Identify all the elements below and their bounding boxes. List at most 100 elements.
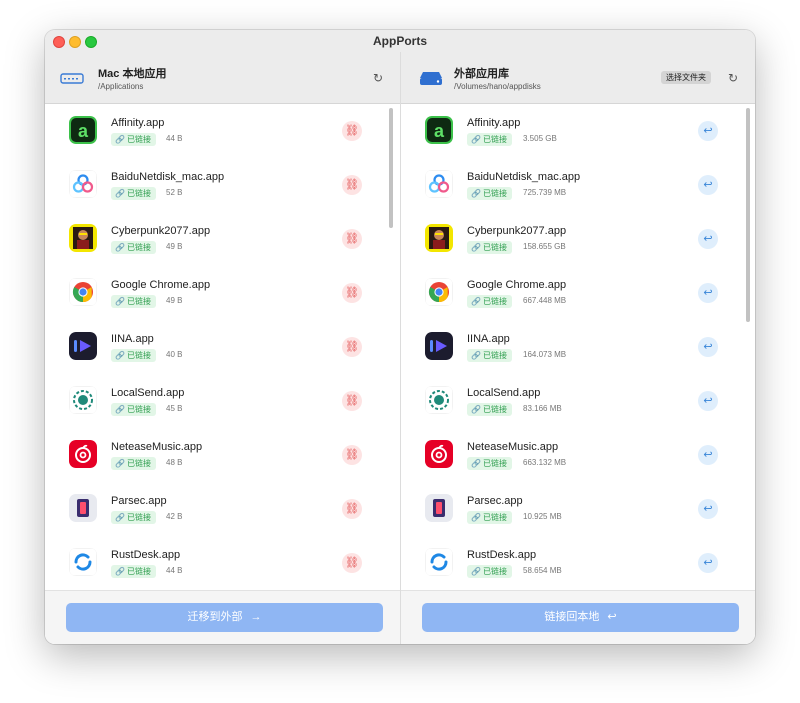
link-back-to-local-button[interactable]: 链接回本地 ↩: [422, 603, 739, 632]
status-label: 已链接: [126, 189, 151, 198]
link-back-button[interactable]: ↩: [698, 121, 718, 141]
link-icon: 🔗: [115, 297, 125, 306]
app-name: BaiduNetdisk_mac.app: [467, 171, 581, 183]
parsec-app-icon: [425, 494, 453, 522]
migrate-to-external-button[interactable]: 迁移到外部 →: [66, 603, 383, 632]
app-name: Affinity.app: [467, 117, 521, 129]
app-row[interactable]: NeteaseMusic.app 🔗 已链接 663.132 MB ↩: [401, 428, 755, 482]
status-label: 已链接: [126, 513, 151, 522]
external-library-path: /Volumes/hano/appdisks: [454, 82, 541, 91]
app-name: Parsec.app: [111, 495, 167, 507]
app-row[interactable]: Google Chrome.app 🔗 已链接 667.448 MB ↩: [401, 266, 755, 320]
unlink-button[interactable]: ⛓: [342, 121, 362, 141]
app-row[interactable]: a Affinity.app 🔗 已链接 44 B ⛓: [45, 104, 400, 158]
link-back-button[interactable]: ↩: [698, 391, 718, 411]
unlink-button[interactable]: ⛓: [342, 445, 362, 465]
app-name: IINA.app: [111, 333, 154, 345]
app-row[interactable]: BaiduNetdisk_mac.app 🔗 已链接 52 B ⛓: [45, 158, 400, 212]
cyberpunk-app-icon: [425, 224, 453, 252]
link-back-button[interactable]: ↩: [698, 499, 718, 519]
link-icon: 🔗: [115, 459, 125, 468]
local-apps-list[interactable]: a Affinity.app 🔗 已链接 44 B ⛓ BaiduNetdisk_mac.a…: [45, 104, 400, 590]
app-row[interactable]: IINA.app 🔗 已链接 40 B ⛓: [45, 320, 400, 374]
app-row[interactable]: Cyberpunk2077.app 🔗 已链接 49 B ⛓: [45, 212, 400, 266]
linked-status-badge: 🔗 已链接: [111, 457, 156, 470]
app-name: LocalSend.app: [111, 387, 185, 399]
app-row[interactable]: RustDesk.app 🔗 已链接 44 B ⛓: [45, 536, 400, 590]
status-label: 已链接: [126, 459, 151, 468]
linked-status-badge: 🔗 已链接: [467, 133, 512, 146]
scrollbar-thumb[interactable]: [389, 108, 393, 228]
link-back-button[interactable]: ↩: [698, 229, 718, 249]
linked-status-badge: 🔗 已链接: [111, 511, 156, 524]
app-row[interactable]: Google Chrome.app 🔗 已链接 49 B ⛓: [45, 266, 400, 320]
unlink-button[interactable]: ⛓: [342, 337, 362, 357]
minimize-window-button[interactable]: [69, 36, 81, 48]
app-row[interactable]: RustDesk.app 🔗 已链接 58.654 MB ↩: [401, 536, 755, 590]
external-apps-list[interactable]: a Affinity.app 🔗 已链接 3.505 GB ↩ BaiduNetdisk_m…: [401, 104, 755, 590]
app-name: Google Chrome.app: [467, 279, 567, 291]
app-size: 44 B: [166, 566, 183, 575]
app-size: 49 B: [166, 296, 183, 305]
link-back-button-label: 链接回本地: [544, 611, 600, 623]
status-label: 已链接: [482, 135, 507, 144]
scrollbar[interactable]: [745, 104, 751, 590]
link-back-button[interactable]: ↩: [698, 175, 718, 195]
app-row[interactable]: NeteaseMusic.app 🔗 已链接 48 B ⛓: [45, 428, 400, 482]
local-apps-path: /Applications: [98, 82, 144, 91]
svg-text:a: a: [434, 121, 445, 141]
app-row[interactable]: IINA.app 🔗 已链接 164.073 MB ↩: [401, 320, 755, 374]
link-icon: 🔗: [115, 567, 125, 576]
status-label: 已链接: [482, 189, 507, 198]
close-window-button[interactable]: [53, 36, 65, 48]
app-row[interactable]: Cyberpunk2077.app 🔗 已链接 158.655 GB ↩: [401, 212, 755, 266]
zoom-window-button[interactable]: [85, 36, 97, 48]
link-back-button[interactable]: ↩: [698, 553, 718, 573]
refresh-icon[interactable]: ↻: [727, 72, 739, 84]
linked-status-badge: 🔗 已链接: [111, 349, 156, 362]
linked-status-badge: 🔗 已链接: [467, 565, 512, 578]
affinity-app-icon: a: [425, 116, 453, 144]
unlink-button[interactable]: ⛓: [342, 391, 362, 411]
app-row[interactable]: Parsec.app 🔗 已链接 42 B ⛓: [45, 482, 400, 536]
linked-status-badge: 🔗 已链接: [467, 187, 512, 200]
link-back-button[interactable]: ↩: [698, 445, 718, 465]
scrollbar[interactable]: [388, 104, 394, 590]
app-size: 42 B: [166, 512, 183, 521]
status-label: 已链接: [482, 459, 507, 468]
app-row[interactable]: LocalSend.app 🔗 已链接 83.166 MB ↩: [401, 374, 755, 428]
return-arrow-icon: ↩: [607, 611, 617, 623]
app-size: 45 B: [166, 404, 183, 413]
app-size: 663.132 MB: [523, 458, 567, 467]
link-icon: 🔗: [471, 405, 481, 414]
app-row[interactable]: Parsec.app 🔗 已链接 10.925 MB ↩: [401, 482, 755, 536]
app-size: 44 B: [166, 134, 183, 143]
unlink-button[interactable]: ⛓: [342, 553, 362, 573]
local-apps-footer: 迁移到外部 →: [45, 590, 400, 644]
baidu-app-icon: [69, 170, 97, 198]
app-name: Google Chrome.app: [111, 279, 211, 291]
migrate-button-label: 迁移到外部: [187, 611, 243, 623]
link-icon: 🔗: [115, 405, 125, 414]
app-size: 725.739 MB: [523, 188, 567, 197]
unlink-button[interactable]: ⛓: [342, 229, 362, 249]
external-drive-icon: [420, 72, 442, 85]
status-label: 已链接: [126, 351, 151, 360]
app-row[interactable]: a Affinity.app 🔗 已链接 3.505 GB ↩: [401, 104, 755, 158]
link-back-button[interactable]: ↩: [698, 337, 718, 357]
unlink-button[interactable]: ⛓: [342, 499, 362, 519]
unlink-button[interactable]: ⛓: [342, 175, 362, 195]
scrollbar-thumb[interactable]: [746, 108, 750, 322]
app-row[interactable]: BaiduNetdisk_mac.app 🔗 已链接 725.739 MB ↩: [401, 158, 755, 212]
link-icon: 🔗: [471, 351, 481, 360]
app-row[interactable]: LocalSend.app 🔗 已链接 45 B ⛓: [45, 374, 400, 428]
app-size: 58.654 MB: [523, 566, 562, 575]
link-icon: 🔗: [471, 297, 481, 306]
drive-icon: [60, 73, 84, 84]
app-name: Cyberpunk2077.app: [467, 225, 567, 237]
link-icon: 🔗: [115, 513, 125, 522]
unlink-button[interactable]: ⛓: [342, 283, 362, 303]
link-back-button[interactable]: ↩: [698, 283, 718, 303]
refresh-icon[interactable]: ↻: [372, 72, 384, 84]
choose-folder-button[interactable]: 选择文件夹: [661, 71, 711, 84]
